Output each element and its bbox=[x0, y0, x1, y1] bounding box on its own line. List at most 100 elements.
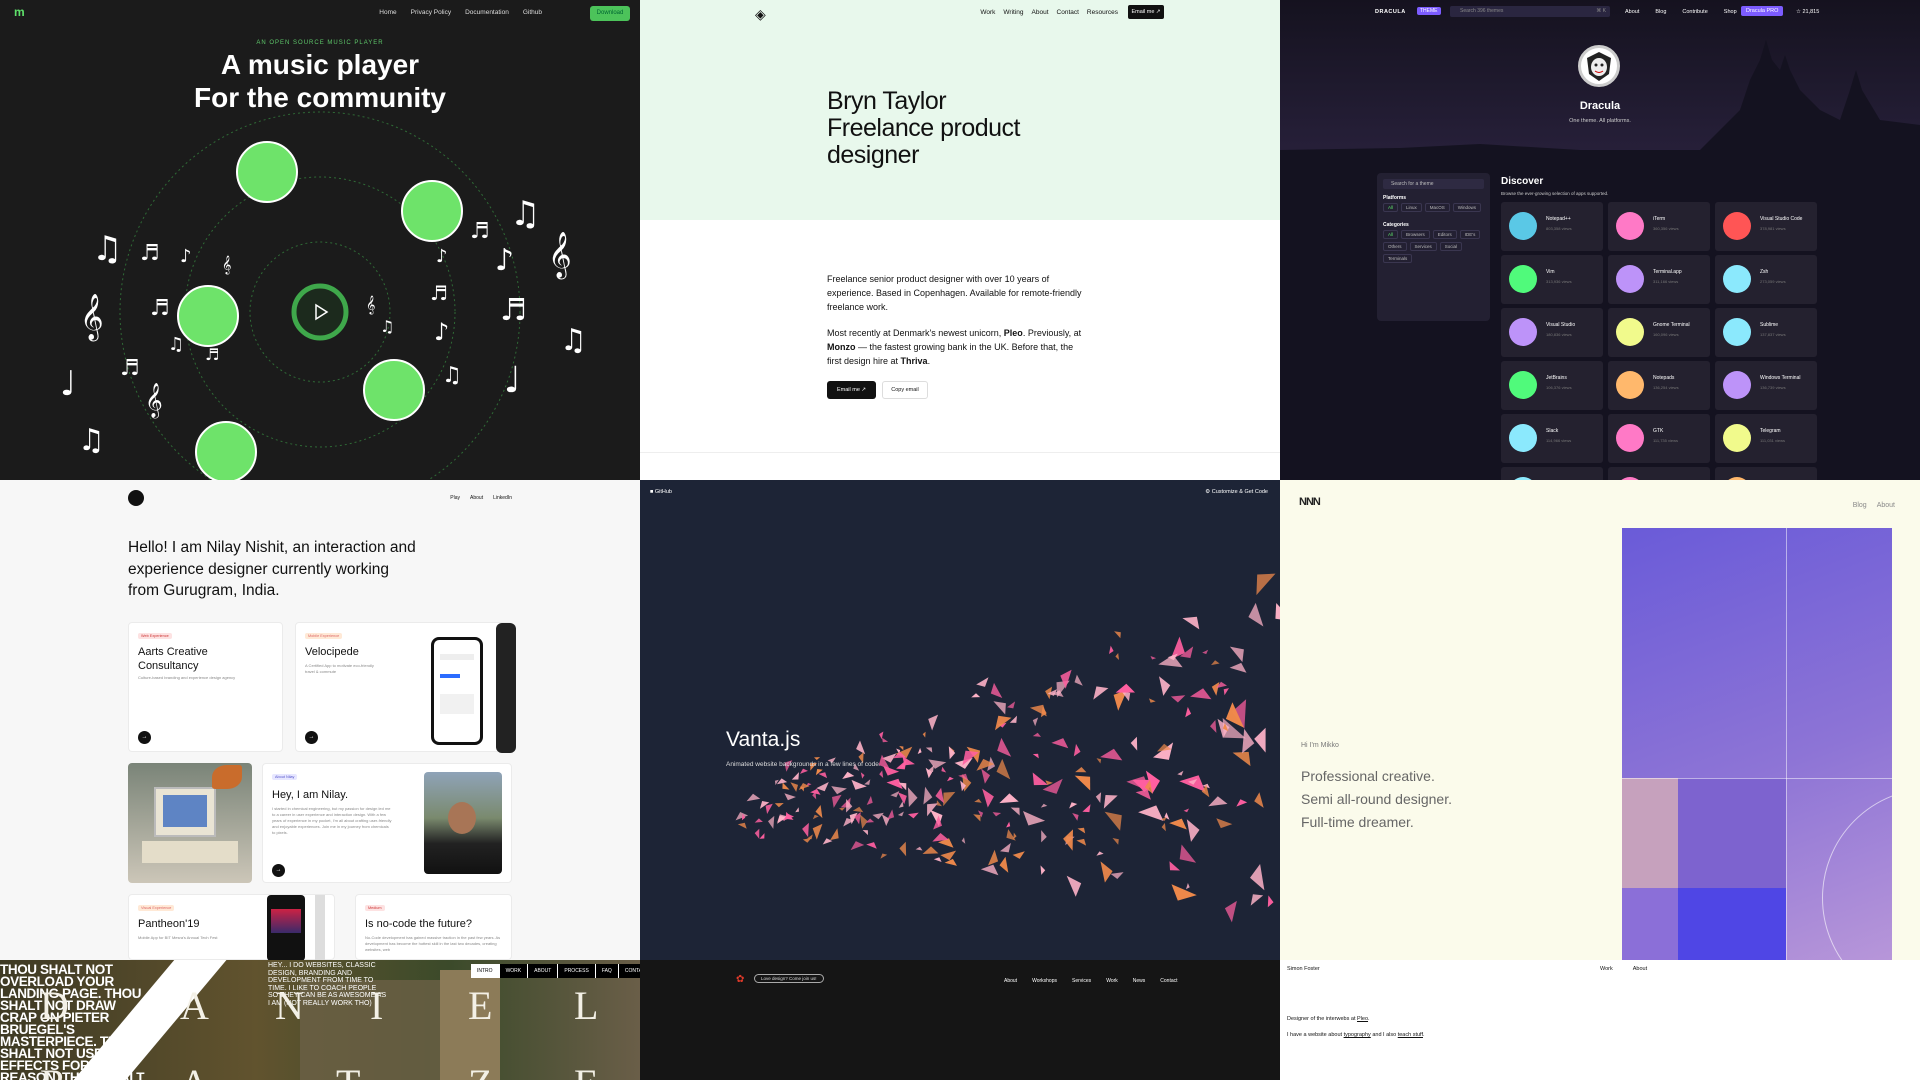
nav-work[interactable]: Work bbox=[1106, 978, 1118, 984]
app-card[interactable]: Zsh 273,059 views bbox=[1715, 255, 1817, 304]
app-card[interactable]: Terminal.app 311,166 views bbox=[1608, 255, 1710, 304]
arrow-icon[interactable]: → bbox=[305, 731, 318, 744]
app-card[interactable]: Gnome Terminal 160,096 views bbox=[1608, 308, 1710, 357]
simon-name[interactable]: Simon Foster bbox=[1287, 966, 1320, 972]
chip-windows[interactable]: Windows bbox=[1452, 203, 1482, 212]
nilay-tile[interactable]: Play About LinkedIn Hello! I am Nilay Ni… bbox=[0, 480, 640, 960]
github-stars[interactable]: ☆ 21,815 bbox=[1796, 9, 1819, 15]
app-card[interactable]: Chrome bbox=[1715, 467, 1817, 480]
github-link[interactable]: ■ GitHub bbox=[650, 489, 672, 495]
app-card[interactable]: Slack 114,966 views bbox=[1501, 414, 1603, 463]
music-player-tile[interactable]: ♫ ♬ ♪ 𝄞 ♬ ♩ ♬ 𝄞 ♫ ♫ ♬ 𝄞 ♫ ♬ 𝄞 ♪ ♪ ♬ ♬ ♫ bbox=[0, 0, 640, 480]
arrow-icon[interactable]: → bbox=[138, 731, 151, 744]
bryn-taylor-tile[interactable]: ◈ Work Writing About Contact Resources E… bbox=[640, 0, 1280, 480]
project-card-velocipede[interactable]: Mobile Experience Velocipede A Certified… bbox=[295, 622, 516, 753]
menu-intro[interactable]: INTRO bbox=[471, 964, 500, 978]
nav-about[interactable]: About bbox=[1032, 9, 1049, 16]
dracula-tile[interactable]: DRACULA THEME Search 396 themes ⌘ K About… bbox=[1280, 0, 1920, 480]
nav-contact[interactable]: Contact bbox=[1057, 9, 1079, 16]
menu-work[interactable]: WORK bbox=[500, 964, 529, 978]
app-card[interactable]: Notepad++ 803,358 views bbox=[1501, 202, 1603, 251]
chip-macos[interactable]: MacOS bbox=[1424, 203, 1450, 212]
daniel-tile[interactable]: THOU SHALT NOT OVERLOAD YOUR LANDING PAG… bbox=[0, 960, 640, 1080]
menu-about[interactable]: ABOUT bbox=[528, 964, 559, 978]
teach-link[interactable]: teach stuff bbox=[1398, 1032, 1423, 1038]
nav-contribute[interactable]: Contribute bbox=[1682, 9, 1707, 15]
nav-documentation[interactable]: Documentation bbox=[465, 9, 509, 16]
nav-workshops[interactable]: Workshops bbox=[1032, 978, 1057, 984]
app-card[interactable]: Wallpaper bbox=[1501, 467, 1603, 480]
app-card[interactable]: iTerm 360,356 views bbox=[1608, 202, 1710, 251]
studio-logo-icon[interactable]: ✿ bbox=[736, 974, 744, 985]
bryn-logo-icon[interactable]: ◈ bbox=[755, 6, 766, 23]
music-logo-icon[interactable]: m bbox=[14, 6, 26, 18]
nav-linkedin[interactable]: LinkedIn bbox=[493, 495, 512, 501]
studio-tile[interactable]: ✿ Love design? Come join us! About Works… bbox=[640, 960, 1280, 1080]
pleo-link[interactable]: Pleo bbox=[1357, 1016, 1368, 1022]
app-card[interactable]: JetBrains 106,376 views bbox=[1501, 361, 1603, 410]
menu-contact[interactable]: CONTACT bbox=[619, 964, 640, 978]
nav-home[interactable]: Home bbox=[379, 9, 396, 16]
nav-github[interactable]: Github bbox=[523, 9, 542, 16]
app-card[interactable]: Notepads 136,254 views bbox=[1608, 361, 1710, 410]
email-me-button[interactable]: Email me ↗ bbox=[827, 381, 876, 399]
exp-pleo[interactable]: Pleo bbox=[1004, 328, 1023, 338]
nav-blog[interactable]: Blog bbox=[1655, 9, 1666, 15]
nav-writing[interactable]: Writing bbox=[1003, 9, 1023, 16]
panel-search-input[interactable]: Search for a theme bbox=[1383, 179, 1484, 189]
theme-search-input[interactable]: Search 396 themes ⌘ K bbox=[1450, 6, 1610, 17]
mikko-logo-icon[interactable]: NNN bbox=[1299, 496, 1321, 508]
arrow-icon[interactable]: → bbox=[272, 864, 285, 877]
nav-news[interactable]: News bbox=[1133, 978, 1146, 984]
app-card[interactable]: Xcode bbox=[1608, 467, 1710, 480]
app-card[interactable]: Vim 313,936 views bbox=[1501, 255, 1603, 304]
exp-monzo[interactable]: Monzo bbox=[827, 342, 856, 352]
app-card[interactable]: Sublime 137,837 views bbox=[1715, 308, 1817, 357]
nav-work[interactable]: Work bbox=[980, 9, 995, 16]
customize-link[interactable]: ⚙ Customize & Get Code bbox=[1205, 489, 1268, 495]
nav-work[interactable]: Work bbox=[1600, 966, 1613, 972]
exp-thriva[interactable]: Thriva bbox=[901, 356, 928, 366]
nav-services[interactable]: Services bbox=[1072, 978, 1091, 984]
nav-about[interactable]: About bbox=[1633, 966, 1647, 972]
app-card[interactable]: Visual Studio 180,836 views bbox=[1501, 308, 1603, 357]
chip-editors[interactable]: Editors bbox=[1432, 230, 1457, 239]
nav-resources[interactable]: Resources bbox=[1087, 9, 1118, 16]
chip-browsers[interactable]: Browsers bbox=[1401, 230, 1430, 239]
menu-process[interactable]: PROCESS bbox=[558, 964, 596, 978]
chip-all[interactable]: All bbox=[1383, 203, 1399, 212]
chip-all[interactable]: All bbox=[1383, 230, 1399, 239]
app-card[interactable]: GTK 111,735 views bbox=[1608, 414, 1710, 463]
nav-about[interactable]: About bbox=[1625, 9, 1639, 15]
project-card-aarts[interactable]: Web Experience Aarts Creative Consultanc… bbox=[128, 622, 283, 752]
dracula-brand[interactable]: DRACULA bbox=[1375, 9, 1406, 15]
nav-about[interactable]: About bbox=[1877, 502, 1895, 509]
nav-blog[interactable]: Blog bbox=[1853, 502, 1867, 509]
chip-others[interactable]: Others bbox=[1383, 242, 1407, 251]
download-button[interactable]: Download bbox=[590, 6, 630, 21]
app-card[interactable]: Visual Studio Code 378,981 views bbox=[1715, 202, 1817, 251]
simon-tile[interactable]: Simon Foster Work About Designer of the … bbox=[1280, 960, 1920, 1080]
dracula-pro-button[interactable]: Dracula PRO bbox=[1741, 6, 1784, 16]
app-card[interactable]: Windows Terminal 136,739 views bbox=[1715, 361, 1817, 410]
article-card-nocode[interactable]: Medium Is no-code the future? No-Code de… bbox=[355, 894, 512, 960]
app-card[interactable]: Telegram 111,031 views bbox=[1715, 414, 1817, 463]
menu-faq[interactable]: FAQ bbox=[596, 964, 619, 978]
chip-ides[interactable]: IDE's bbox=[1459, 230, 1481, 239]
typography-link[interactable]: typography bbox=[1344, 1032, 1371, 1038]
join-us-bubble[interactable]: Love design? Come join us! bbox=[754, 974, 824, 983]
vanta-tile[interactable]: ■ GitHub ⚙ Customize & Get Code Vanta.js… bbox=[640, 480, 1280, 960]
nav-privacy-policy[interactable]: Privacy Policy bbox=[411, 9, 451, 16]
nav-about[interactable]: About bbox=[470, 495, 483, 501]
about-card[interactable]: About Nilay Hey, I am Nilay. I started i… bbox=[262, 763, 512, 883]
nav-shop[interactable]: Shop bbox=[1724, 9, 1737, 15]
nav-email-button[interactable]: Email me ↗ bbox=[1128, 5, 1164, 19]
retro-computer-image[interactable] bbox=[128, 763, 252, 883]
nav-contact[interactable]: Contact bbox=[1160, 978, 1177, 984]
project-card-pantheon[interactable]: Visual Experience Pantheon'19 Mobile App… bbox=[128, 894, 335, 960]
nilay-logo-icon[interactable] bbox=[128, 490, 144, 506]
nav-play[interactable]: Play bbox=[450, 495, 460, 501]
chip-terminals[interactable]: Terminals bbox=[1383, 254, 1413, 263]
copy-email-button[interactable]: Copy email bbox=[882, 381, 928, 399]
chip-services[interactable]: Services bbox=[1409, 242, 1437, 251]
